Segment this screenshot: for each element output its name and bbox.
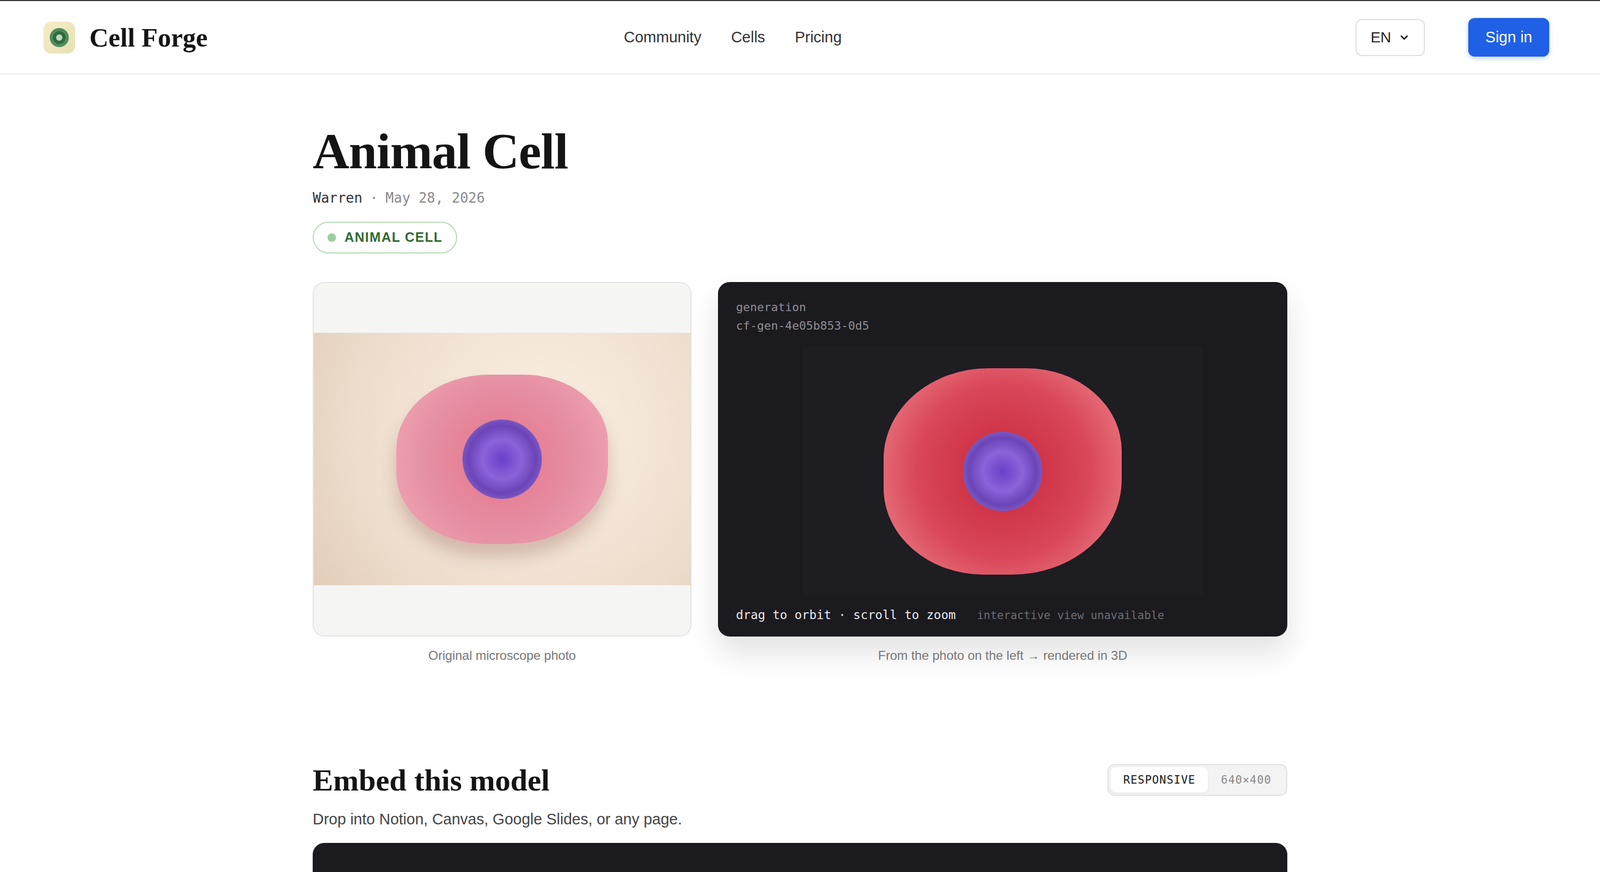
render (802, 347, 1203, 596)
viewer-caption: From the photo on the left → rendered in… (717, 648, 1288, 663)
page-title: Animal Cell (312, 123, 1288, 180)
chevron-down-icon (1398, 31, 1411, 44)
nav-link[interactable]: Community (623, 28, 702, 47)
media: Original microscope photo generationcf-ge… (312, 282, 1288, 663)
photo-cell (396, 374, 608, 544)
author[interactable]: Warren (312, 189, 363, 206)
header-actions: EN Sign in (841, 17, 1550, 57)
language-value: EN (1370, 29, 1392, 47)
nav-link[interactable]: Cells (731, 28, 766, 47)
main-nav: Community Cells Pricing (623, 28, 842, 47)
photo-nucleus (462, 419, 542, 499)
brand[interactable]: Cell Forge (42, 21, 624, 54)
render-nucleus (962, 431, 1043, 512)
sign-in-button[interactable]: Sign in (1468, 17, 1550, 57)
embed-description: Drop into Notion, Canvas, Google Slides,… (312, 810, 1288, 829)
photo-figure: Original microscope photo (312, 282, 692, 663)
size-option[interactable]: 640×400 (1207, 767, 1285, 793)
header: Cell Forge Community Cells Pricing EN Sign in (0, 0, 1600, 75)
cell-logo-icon (42, 21, 76, 54)
photo-caption: Original microscope photo (312, 648, 692, 663)
generation-id: cf-gen-4e05b853-0d5 (735, 316, 1270, 335)
size-option[interactable]: RESPONSIVE (1110, 767, 1208, 793)
photo-card (312, 282, 692, 637)
viewer-card[interactable]: generationcf-gen-4e05b853-0d5 drag to orb… (717, 282, 1288, 637)
generation-label: generation (735, 297, 1270, 317)
render-cell (883, 368, 1122, 575)
viewer-hint: drag to orbit · scroll to zoom (735, 607, 956, 622)
tag-label: ANIMAL CELL (344, 229, 443, 245)
viewer-figure: generationcf-gen-4e05b853-0d5 drag to orb… (717, 282, 1288, 663)
photo (313, 332, 691, 586)
nav-link[interactable]: Pricing (794, 28, 842, 47)
date: May 28, 2026 (385, 189, 486, 206)
meta: Warren · May 28, 2026 (312, 189, 1288, 206)
generation-info: generationcf-gen-4e05b853-0d5 (735, 297, 1270, 335)
viewer-footer: drag to orbit · scroll to zoom interactiv… (735, 607, 1270, 622)
embed-title: Embed this model (312, 763, 550, 798)
size-toggle: RESPONSIVE640×400 (1107, 764, 1288, 796)
separator: · (369, 189, 379, 206)
language-select[interactable]: EN (1355, 19, 1425, 57)
category-tag[interactable]: ANIMAL CELL (312, 221, 458, 254)
render-stage (735, 334, 1270, 608)
main: Animal Cell Warren · May 28, 2026 ANIMAL CEL… (312, 74, 1288, 872)
embed-header: Embed this model RESPONSIVE640×400 (312, 763, 1288, 798)
embed-code-block[interactable] (312, 842, 1288, 872)
brand-name: Cell Forge (89, 22, 208, 53)
viewer-notice: interactive view unavailable (976, 608, 1165, 622)
page: Cell Forge Community Cells Pricing EN Sign in… (0, 0, 1600, 872)
embed-section: Embed this model RESPONSIVE640×400 Drop in… (312, 763, 1288, 872)
tag-dot (327, 233, 336, 242)
